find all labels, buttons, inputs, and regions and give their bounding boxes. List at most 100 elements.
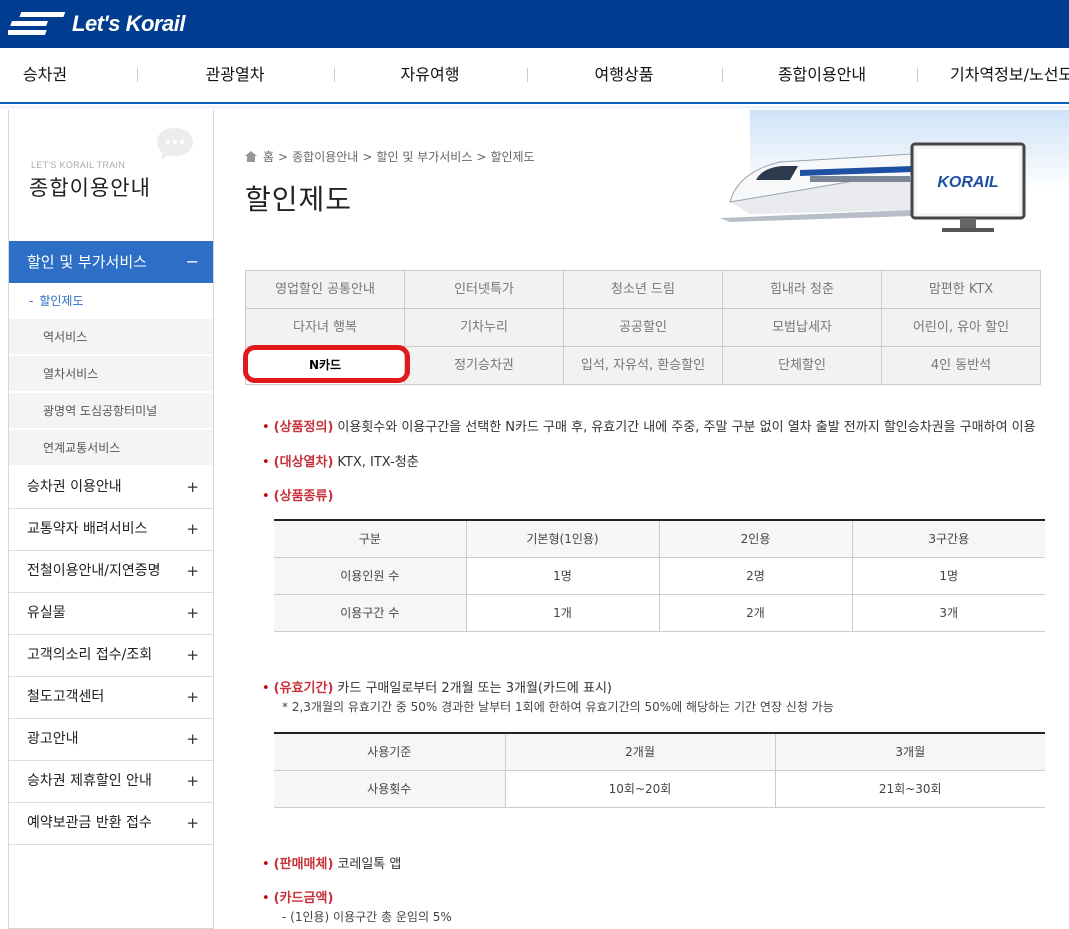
section-label: (대상열차): [273, 455, 334, 470]
section-label: (판매매체): [273, 857, 334, 872]
section-text: 코레일톡 앱: [337, 857, 402, 872]
tab-comfort-ktx[interactable]: 맘편한 KTX: [882, 271, 1041, 309]
breadcrumb-general-guide[interactable]: 종합이용안내: [292, 148, 358, 165]
price-note: - (1인용) 이용구간 총 운임의 5%: [282, 910, 452, 924]
breadcrumb-discount-services[interactable]: 할인 및 부가서비스: [376, 148, 472, 165]
chevron-right-icon: >: [362, 149, 373, 164]
product-type-table: 구분 기본형(1인용) 2인용 3구간용 이용인원 수 1명 2명 1명 이용구…: [274, 519, 1045, 632]
breadcrumb-home[interactable]: 홈: [263, 148, 274, 165]
gnb-divider: [722, 68, 723, 82]
lnb-sub-item-train-service[interactable]: 열차서비스: [9, 356, 213, 392]
lnb-item-partner-discount[interactable]: 승차권 제휴할인 안내 +: [9, 761, 213, 803]
lnb-item-subway-delay[interactable]: 전철이용안내/지연증명 +: [9, 551, 213, 593]
table-row: 사용횟수 10회~20회 21회~30회: [274, 770, 1045, 808]
table-cell: 21회~30회: [775, 770, 1045, 808]
tab-four-seat[interactable]: 4인 동반석: [882, 347, 1041, 385]
table-header-cell: 2개월: [505, 733, 776, 771]
table-cell: 2개: [659, 594, 853, 632]
lnb-item-advertising[interactable]: 광고안내 +: [9, 719, 213, 761]
lnb-item-ticket-guide[interactable]: 승차권 이용안내 +: [9, 467, 213, 509]
section-text: 이용횟수와 이용구간을 선택한 N카드 구매 후, 유효기간 내에 주중, 주말…: [337, 420, 1036, 435]
bullet-icon: •: [262, 681, 270, 696]
tab-internet-special[interactable]: 인터넷특가: [405, 271, 564, 309]
bullet-icon: •: [262, 489, 270, 504]
section-text: 카드 구매일로부터 2개월 또는 3개월(카드에 표시): [337, 681, 612, 696]
korail-logo[interactable]: Let's Korail: [8, 8, 185, 40]
table-header-row: 구분 기본형(1인용) 2인용 3구간용: [274, 520, 1045, 558]
sales-channel: • (판매매체) 코레일톡 앱: [262, 853, 401, 872]
lnb-sub-item-discount[interactable]: - 할인제도: [9, 283, 213, 319]
table-cell: 1개: [466, 594, 660, 632]
tab-cheer-up-youth[interactable]: 힘내라 청춘: [723, 271, 882, 309]
page-title: 할인제도: [245, 183, 353, 216]
logo-text: Let's Korail: [72, 11, 185, 36]
tab-child-infant[interactable]: 어린이, 유아 할인: [882, 309, 1041, 347]
gnb-item-station-info[interactable]: 기차역정보/노선도: [950, 48, 1069, 102]
tab-group-discount[interactable]: 단체할인: [723, 347, 882, 385]
tab-model-taxpayer[interactable]: 모범납세자: [723, 309, 882, 347]
lnb-sub-item-label: 할인제도: [39, 294, 84, 308]
target-trains: • (대상열차) KTX, ITX-청춘: [262, 451, 419, 470]
lnb-item-label: 승차권 이용안내: [27, 479, 122, 495]
lnb-sub-item-connecting-transport[interactable]: 연계교통서비스: [9, 430, 213, 466]
table-header-cell: 3구간용: [852, 520, 1045, 558]
tab-gichanuri[interactable]: 기차누리: [405, 309, 564, 347]
lnb-item-label: 할인 및 부가서비스: [27, 253, 147, 271]
table-cell: 2명: [659, 557, 853, 595]
tab-youth-dream[interactable]: 청소년 드림: [564, 271, 723, 309]
gnb-divider: [334, 68, 335, 82]
lnb-item-customer-voice[interactable]: 고객의소리 접수/조회 +: [9, 635, 213, 677]
validity-period: • (유효기간) 카드 구매일로부터 2개월 또는 3개월(카드에 표시): [262, 677, 612, 696]
lnb-item-customer-center[interactable]: 철도고객센터 +: [9, 677, 213, 719]
expand-icon: +: [186, 688, 199, 706]
product-definition: • (상품정의) 이용횟수와 이용구간을 선택한 N카드 구매 후, 유효기간 내에…: [262, 416, 1036, 435]
breadcrumb-current: 할인제도: [490, 150, 535, 164]
breadcrumb: 홈 > 종합이용안내 > 할인 및 부가서비스 > 할인제도: [245, 148, 539, 165]
lnb-item-label: 철도고객센터: [27, 689, 105, 705]
lnb-item-label: 전철이용안내/지연증명: [27, 563, 161, 579]
expand-icon: +: [186, 772, 199, 790]
expand-icon: +: [186, 562, 199, 580]
expand-icon: +: [186, 646, 199, 664]
usage-table: 사용기준 2개월 3개월 사용횟수 10회~20회 21회~30회: [274, 732, 1045, 808]
highlight-circle: [243, 345, 410, 383]
bullet-icon: •: [262, 455, 270, 470]
top-header: Let's Korail: [0, 0, 1069, 48]
expand-icon: +: [186, 604, 199, 622]
lnb-title: 종합이용안내: [29, 176, 151, 200]
expand-icon: +: [186, 520, 199, 538]
bullet-icon: •: [262, 857, 270, 872]
tab-multi-child[interactable]: 다자녀 행복: [246, 309, 405, 347]
gnb-item-tour-train[interactable]: 관광열차: [175, 48, 295, 102]
tab-commuter-pass[interactable]: 정기승차권: [405, 347, 564, 385]
gnb-item-travel-products[interactable]: 여행상품: [564, 48, 684, 102]
lnb-header: LET'S KORAIL TRAIN 종합이용안내: [9, 110, 213, 240]
chevron-right-icon: >: [476, 149, 487, 164]
lnb-sub-item-gwangmyeong-terminal[interactable]: 광명역 도심공항터미널: [9, 393, 213, 429]
tab-standing-transfer[interactable]: 입석, 자유석, 환승할인: [564, 347, 723, 385]
lnb-item-lost-found[interactable]: 유실물 +: [9, 593, 213, 635]
lnb-item-deposit-refund[interactable]: 예약보관금 반환 접수 +: [9, 803, 213, 845]
tab-common-guide[interactable]: 영업할인 공통안내: [246, 271, 405, 309]
logo-mark-icon: [8, 12, 66, 35]
gnb-item-free-travel[interactable]: 자유여행: [370, 48, 490, 102]
section-text: KTX, ITX-청춘: [337, 455, 419, 470]
lnb-sub-item-station-service[interactable]: 역서비스: [9, 319, 213, 355]
card-price: • (카드금액): [262, 887, 337, 906]
lnb-item-accessibility[interactable]: 교통약자 배려서비스 +: [9, 509, 213, 551]
gnb-item-tickets[interactable]: 승차권: [0, 48, 90, 102]
speech-bubble-icon: [157, 128, 193, 160]
lnb-item-label: 승차권 제휴할인 안내: [27, 773, 152, 789]
lnb-item-label: 유실물: [27, 605, 66, 621]
chevron-right-icon: >: [278, 149, 289, 164]
expand-icon: +: [186, 730, 199, 748]
lnb-item-discount-services[interactable]: 할인 및 부가서비스 −: [9, 241, 213, 283]
tab-public-discount[interactable]: 공공할인: [564, 309, 723, 347]
section-label: (상품종류): [273, 489, 334, 504]
expand-icon: +: [186, 814, 199, 832]
table-header-cell: 2인용: [659, 520, 853, 558]
lnb-item-label: 교통약자 배려서비스: [27, 521, 148, 537]
table-header-row: 사용기준 2개월 3개월: [274, 733, 1045, 771]
gnb-item-general-guide[interactable]: 종합이용안내: [752, 48, 892, 102]
gnb-divider: [137, 68, 138, 82]
